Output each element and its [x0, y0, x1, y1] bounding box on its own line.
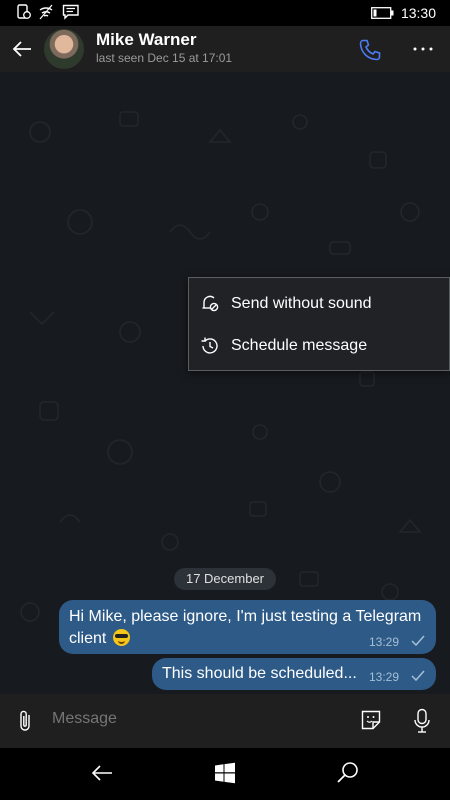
message-bubble[interactable]: Hi Mike, please ignore, I'm just testing… [59, 600, 436, 654]
sticker-icon[interactable] [360, 709, 382, 731]
message-input-bar [0, 694, 450, 748]
message-time: 13:29 [369, 635, 400, 649]
back-arrow-icon[interactable] [10, 38, 34, 60]
phone-lock-icon [17, 4, 31, 19]
phone-call-icon[interactable] [358, 38, 382, 62]
contact-name[interactable]: Mike Warner [96, 30, 196, 50]
menu-item-schedule-message[interactable]: Schedule message [189, 326, 449, 366]
nav-back-icon[interactable] [90, 762, 114, 784]
more-options-icon[interactable] [412, 42, 434, 56]
paperclip-icon[interactable] [16, 709, 36, 733]
message-text: This should be scheduled... [162, 665, 357, 682]
status-bar: 13:30 [0, 0, 450, 26]
message-time: 13:29 [369, 670, 400, 684]
silent-bell-icon [202, 295, 219, 312]
message-notification-icon [62, 4, 79, 20]
clock-history-icon [201, 337, 218, 354]
chat-area[interactable]: 17 December Hi Mike, please ignore, I'm … [0, 72, 450, 694]
date-divider: 17 December [174, 568, 276, 590]
message-bubble[interactable]: This should be scheduled... 13:29 [152, 658, 436, 690]
avatar[interactable] [44, 29, 84, 69]
message-input[interactable] [52, 710, 332, 728]
search-icon[interactable] [336, 761, 360, 785]
send-options-menu: Send without sound Schedule message [188, 277, 450, 371]
microphone-icon[interactable] [413, 708, 431, 734]
windows-start-icon[interactable] [214, 762, 236, 784]
sunglasses-emoji-icon [112, 629, 130, 646]
battery-icon [371, 7, 394, 19]
wifi-signal-icon [39, 4, 53, 20]
chat-header: Mike Warner last seen Dec 15 at 17:01 [0, 26, 450, 72]
menu-item-send-without-sound[interactable]: Send without sound [189, 284, 449, 324]
last-seen-status: last seen Dec 15 at 17:01 [96, 51, 233, 65]
system-navigation-bar [0, 748, 450, 800]
menu-item-label: Schedule message [231, 337, 368, 354]
menu-item-label: Send without sound [231, 295, 372, 312]
read-check-icon [411, 635, 425, 647]
status-time: 13:30 [400, 5, 436, 21]
read-check-icon [411, 670, 425, 682]
